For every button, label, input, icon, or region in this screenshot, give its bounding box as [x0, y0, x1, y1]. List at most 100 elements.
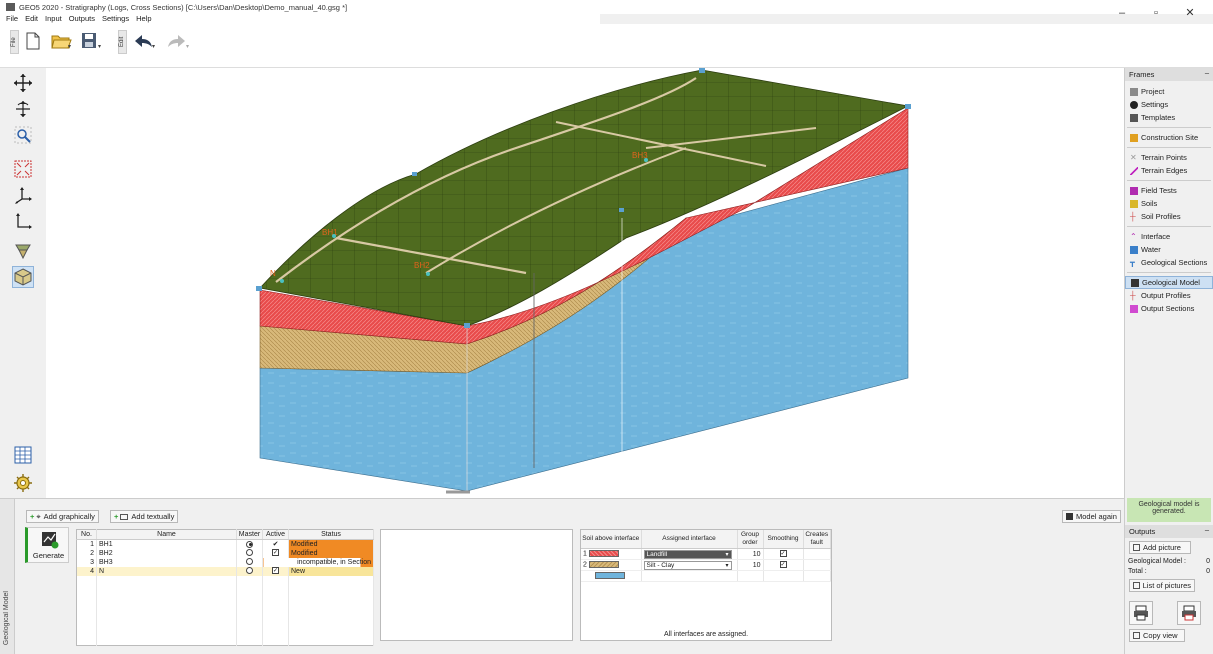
frame-project[interactable]: Project	[1125, 85, 1213, 98]
corner-point[interactable]	[464, 323, 470, 328]
col-creates-fault[interactable]: Creates fault	[803, 530, 831, 549]
move-icon[interactable]	[12, 72, 34, 94]
open-folder-icon[interactable]: ▾	[50, 30, 74, 52]
menu-settings[interactable]: Settings	[102, 14, 129, 24]
row-name[interactable]: BH1	[96, 539, 237, 549]
redo-icon[interactable]: ▾	[164, 30, 192, 52]
borehole-marker[interactable]	[280, 279, 284, 283]
corner-point[interactable]	[905, 104, 911, 109]
frame-field-tests[interactable]: Field Tests	[1125, 184, 1213, 197]
file-tab[interactable]: File	[10, 30, 19, 54]
view-settings-gear-icon[interactable]	[12, 472, 34, 494]
corner-point[interactable]	[699, 68, 705, 73]
col-soil-above[interactable]: Soil above interface	[581, 530, 642, 549]
row-name[interactable]: N	[96, 566, 237, 576]
frame-output-sections[interactable]: Output Sections	[1125, 302, 1213, 315]
add-picture-button[interactable]: Add picture	[1129, 541, 1191, 554]
model-again-button[interactable]: Model again	[1062, 510, 1121, 523]
save-icon[interactable]: ▾	[80, 30, 104, 52]
close-button[interactable]: ✕	[1173, 0, 1207, 26]
print-export-icon[interactable]	[1177, 601, 1201, 625]
master-radio[interactable]	[246, 540, 253, 548]
col-name[interactable]: Name	[96, 529, 237, 540]
frame-output-profiles[interactable]: ┼ Output Profiles	[1125, 289, 1213, 302]
frame-water[interactable]: Water	[1125, 243, 1213, 256]
col-group-order[interactable]: Group order	[737, 530, 764, 549]
col-assigned[interactable]: Assigned interface	[641, 530, 738, 549]
col-no[interactable]: No.	[76, 529, 97, 540]
borehole-marker[interactable]	[426, 272, 430, 276]
table-row[interactable]: 3 BH3 incompatible, in Section	[76, 557, 374, 567]
borehole-marker[interactable]	[644, 158, 648, 162]
col-master[interactable]: Master	[236, 529, 263, 540]
assigned-interface-select[interactable]: Landfill ▾	[643, 549, 732, 559]
group-order[interactable]: 10	[737, 559, 764, 571]
frame-templates[interactable]: Templates	[1125, 111, 1213, 124]
frame-construction-site[interactable]: Construction Site	[1125, 131, 1213, 144]
group-order[interactable]: 10	[737, 548, 764, 560]
axes-3d-icon[interactable]	[12, 184, 34, 206]
copy-view-button[interactable]: Copy view	[1129, 629, 1185, 642]
col-active[interactable]: Active	[262, 529, 289, 540]
row-name[interactable]: BH2	[96, 548, 237, 558]
col-smoothing[interactable]: Smoothing	[763, 530, 804, 549]
geological-model-tab[interactable]: Geological Model	[0, 499, 15, 654]
add-graphically-button[interactable]: + ⌖ Add graphically	[26, 510, 99, 523]
table-view-icon[interactable]	[12, 444, 34, 466]
minimize-button[interactable]: –	[1105, 0, 1139, 26]
table-row[interactable]: 2 Silt - Clay ▾ 10 ✓	[581, 559, 831, 571]
toolbar: File ▾ ▾ Edit ▾ ▾	[0, 24, 1213, 68]
model-canvas[interactable]: N BH1 BH2 BH3	[46, 68, 1124, 498]
frame-soil-profiles[interactable]: ┼ Soil Profiles	[1125, 210, 1213, 223]
corner-point[interactable]	[412, 172, 417, 176]
collapse-icon[interactable]: –	[1205, 525, 1209, 534]
menu-outputs[interactable]: Outputs	[69, 14, 95, 24]
master-radio[interactable]	[246, 567, 253, 575]
list-of-pictures-button[interactable]: List of pictures	[1129, 579, 1195, 592]
geological-sections-icon: ┳	[1130, 257, 1135, 267]
frame-terrain-points[interactable]: ✕ Terrain Points	[1125, 151, 1213, 164]
collapse-icon[interactable]: –	[1205, 68, 1209, 77]
zoom-extents-icon[interactable]	[12, 158, 34, 180]
frame-settings[interactable]: Settings	[1125, 98, 1213, 111]
row-name[interactable]: BH3	[96, 557, 237, 567]
active-checkbox[interactable]: ✓	[272, 567, 279, 575]
menu-edit[interactable]: Edit	[25, 14, 38, 24]
menu-input[interactable]: Input	[45, 14, 62, 24]
master-radio[interactable]	[246, 549, 253, 557]
table-row[interactable]	[581, 570, 831, 582]
new-file-icon[interactable]	[24, 30, 42, 52]
borehole-marker[interactable]	[332, 234, 336, 238]
frame-interface[interactable]: ⌃ Interface	[1125, 230, 1213, 243]
master-radio[interactable]	[246, 558, 253, 566]
output-profiles-icon: ┼	[1130, 290, 1136, 300]
generate-button[interactable]: Generate	[25, 527, 69, 563]
corner-point[interactable]	[619, 208, 624, 212]
frame-geological-model[interactable]: Geological Model	[1125, 276, 1213, 289]
table-row[interactable]: 1 BH1 ✔ Modified	[76, 539, 374, 549]
frame-soils[interactable]: Soils	[1125, 197, 1213, 210]
frame-geological-sections[interactable]: ┳ Geological Sections	[1125, 256, 1213, 269]
maximize-button[interactable]: ▫	[1139, 0, 1173, 26]
print-icon[interactable]	[1129, 601, 1153, 625]
view-front-icon[interactable]	[12, 240, 34, 262]
active-checkbox[interactable]: ✓	[272, 549, 279, 557]
menu-help[interactable]: Help	[136, 14, 151, 24]
table-row[interactable]: 2 BH2 ✓ Modified	[76, 548, 374, 558]
assigned-interface-select[interactable]: Silt - Clay ▾	[643, 560, 732, 570]
axes-2d-icon[interactable]	[12, 210, 34, 232]
zoom-window-icon[interactable]	[12, 124, 34, 146]
frame-terrain-edges[interactable]: Terrain Edges	[1125, 164, 1213, 177]
add-textually-button[interactable]: + Add textually	[110, 510, 179, 523]
smoothing-checkbox[interactable]: ✓	[779, 561, 787, 569]
rotate-icon[interactable]	[12, 98, 34, 120]
view-3d-icon[interactable]	[12, 266, 34, 288]
table-row[interactable]: 4 N ✓ New	[76, 566, 374, 576]
col-status[interactable]: Status	[288, 529, 374, 540]
undo-icon[interactable]: ▾	[130, 30, 158, 52]
table-row[interactable]: 1 Landfill ▾ 10 ✓	[581, 548, 831, 560]
menu-file[interactable]: File	[6, 14, 18, 24]
smoothing-checkbox[interactable]: ✓	[779, 550, 787, 558]
edit-tab[interactable]: Edit	[118, 30, 127, 54]
corner-point[interactable]	[256, 286, 262, 291]
